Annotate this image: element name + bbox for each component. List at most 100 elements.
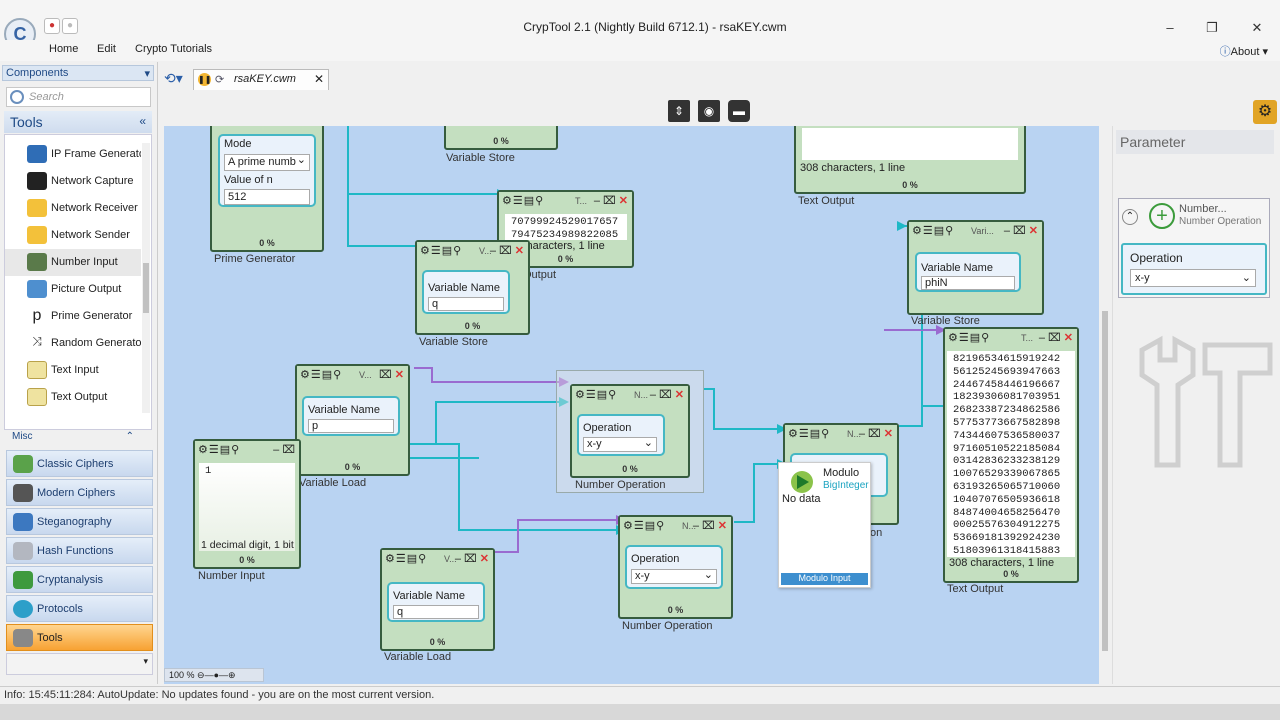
plugin-window-controls[interactable]: – ⌧ xyxy=(273,443,295,456)
plugin-toolbar-icons[interactable]: ⚙☰▤⚲ xyxy=(912,224,954,237)
output-line: 79475234989822085 xyxy=(511,228,619,240)
plugin-toolbar-icons[interactable]: ⚙☰▤⚲ xyxy=(502,194,544,207)
search-input[interactable]: Search xyxy=(6,87,151,107)
tool-picture-output[interactable]: Picture Output xyxy=(5,276,141,303)
output-line: 00025576304912275 xyxy=(953,519,1061,532)
plugin-toolbar-icons[interactable]: ⚙☰▤⚲ xyxy=(623,519,665,532)
menu-edit[interactable]: Edit xyxy=(97,43,116,55)
plugin-toolbar-icons[interactable]: ⚙☰▤⚲ xyxy=(198,443,240,456)
tool-ip-frame-generator[interactable]: IP Frame Generator xyxy=(5,141,141,168)
plugin-window-controls[interactable]: – ⌧ ✕ xyxy=(859,427,893,440)
number-operation-2-plugin[interactable]: ⚙☰▤⚲N...– ⌧ ✕ Operation x-y 0 % xyxy=(618,515,733,619)
variable-name-input[interactable]: q xyxy=(428,297,504,311)
misc-section[interactable]: Misc ⌃ xyxy=(4,431,152,443)
tools-list: IP Frame Generator Network Capture Netwo… xyxy=(4,134,152,430)
text-input-icon xyxy=(27,361,47,379)
settings-gear-icon[interactable]: ⚙ xyxy=(1253,100,1277,124)
tool-random-generator[interactable]: ⤨ Random Generator xyxy=(5,330,141,357)
category-tools[interactable]: Tools xyxy=(6,624,153,651)
plugin-window-controls[interactable]: – ⌧ ✕ xyxy=(650,388,684,401)
plugin-toolbar-icons[interactable]: ⚙☰▤⚲ xyxy=(420,244,462,257)
output-text-area[interactable] xyxy=(802,128,1018,160)
plugin-toolbar-icons[interactable]: ⚙☰▤⚲ xyxy=(300,368,342,381)
plugin-window-controls[interactable]: – ⌧ ✕ xyxy=(1004,224,1038,237)
plugin-window-controls[interactable]: – ⌧ ✕ xyxy=(490,244,524,257)
tool-network-capture[interactable]: Network Capture xyxy=(5,168,141,195)
tab-rsakey[interactable]: ❚❚ ⟳ rsaKEY.cwm ✕ xyxy=(193,69,329,90)
parameter-operation-select[interactable]: x-y ⌄ xyxy=(1130,269,1256,287)
plugin-window-controls[interactable]: – ⌧ ✕ xyxy=(1039,331,1073,344)
variable-load-q-plugin[interactable]: ⚙☰▤⚲ V... – ⌧ ✕ Variable Name q 0 % xyxy=(380,548,495,651)
zoom-control[interactable]: 100 % ⊖—●—⊕ xyxy=(164,668,264,682)
output-line: 51803961318415883 xyxy=(953,544,1061,557)
zoom-out-icon[interactable]: ⊖ xyxy=(197,670,205,680)
category-hash-functions[interactable]: Hash Functions xyxy=(6,537,153,564)
category-protocols[interactable]: Protocols xyxy=(6,595,153,622)
plugin-window-controls[interactable]: ⌧ ✕ xyxy=(379,368,404,381)
plugin-toolbar-icons[interactable]: ⚙☰▤⚲ xyxy=(788,427,830,440)
restore-icon[interactable]: ❐ xyxy=(1197,20,1227,36)
menu-home[interactable]: Home xyxy=(49,43,78,55)
zoom-in-icon[interactable]: ⊕ xyxy=(228,670,236,680)
plugin-toolbar-icons[interactable]: ⚙☰▤⚲ xyxy=(385,552,427,565)
pause-icon[interactable]: ❚❚ xyxy=(198,73,211,86)
fit-to-screen-icon[interactable]: ⇕ xyxy=(668,100,690,122)
number-input-plugin[interactable]: ⚙☰▤⚲ – ⌧ 1 1 decimal digit, 1 bit 0 % xyxy=(193,439,301,569)
output-text-area[interactable]: 70799924529017657 79475234989822085 xyxy=(505,214,627,240)
comment-icon[interactable]: ▬ xyxy=(728,100,750,122)
expand-icon[interactable]: ⌃ xyxy=(126,431,152,442)
variable-store-q-plugin[interactable]: ⚙☰▤⚲ V... – ⌧ ✕ Variable Name q 0 % xyxy=(415,240,530,335)
tool-number-input[interactable]: Number Input xyxy=(5,249,141,276)
mode-select[interactable]: A prime numb xyxy=(224,153,310,171)
tool-prime-generator[interactable]: p Prime Generator xyxy=(5,303,141,330)
minimize-icon[interactable]: – xyxy=(1155,20,1185,35)
variable-store-top-plugin[interactable]: 0 % xyxy=(444,126,558,150)
plugin-toolbar-icons[interactable]: ⚙☰▤⚲ xyxy=(575,388,617,401)
plugin-title: N... xyxy=(634,390,649,400)
tool-text-output[interactable]: Text Output xyxy=(5,384,141,411)
category-modern-ciphers[interactable]: Modern Ciphers xyxy=(6,479,153,506)
close-tab-icon[interactable]: ✕ xyxy=(314,72,324,86)
close-icon[interactable]: ✕ xyxy=(1242,20,1272,36)
variable-name-input[interactable]: phiN xyxy=(921,276,1015,290)
plugin-toolbar-icons[interactable]: ⚙☰▤⚲ xyxy=(948,331,990,344)
collapse-icon[interactable]: « xyxy=(139,114,146,128)
category-cryptanalysis[interactable]: Cryptanalysis xyxy=(6,566,153,593)
variable-store-phin-plugin[interactable]: ⚙☰▤⚲ Vari... – ⌧ ✕ Variable Name phiN xyxy=(907,220,1044,315)
tools-scrollbar[interactable] xyxy=(142,143,150,413)
tool-text-input[interactable]: Text Input xyxy=(5,357,141,384)
operation-select[interactable]: x-y xyxy=(631,568,717,584)
new-tab-icon[interactable]: ⟲▾ xyxy=(164,70,183,87)
scroll-thumb[interactable] xyxy=(1102,311,1108,651)
category-steganography[interactable]: Steganography xyxy=(6,508,153,535)
variable-name-input[interactable]: p xyxy=(308,419,394,433)
number-operation-1-plugin[interactable]: ⚙☰▤⚲ N...– ⌧ ✕ Operation x-y 0 % xyxy=(570,384,690,478)
tool-network-receiver[interactable]: Network Receiver xyxy=(5,195,141,222)
number-input-area[interactable]: 1 xyxy=(199,463,295,551)
plugin-window-controls[interactable]: – ⌧ ✕ xyxy=(455,552,489,565)
plugin-window-controls[interactable]: – ⌧ ✕ xyxy=(594,194,628,207)
canvas-scrollbar[interactable] xyxy=(1099,126,1111,670)
category-overflow[interactable]: ▾ xyxy=(6,653,153,675)
value-of-n-input[interactable]: 512 xyxy=(224,189,310,205)
progress-label: 0 % xyxy=(622,464,638,474)
components-header[interactable]: Components ▾ xyxy=(2,65,154,81)
tools-section-header[interactable]: Tools « xyxy=(4,111,152,133)
variable-load-p-plugin[interactable]: ⚙☰▤⚲ V... ⌧ ✕ Variable Name p 0 % xyxy=(295,364,410,476)
camera-icon[interactable]: ◉ xyxy=(698,100,720,122)
prime-generator-plugin[interactable]: Mode A prime numb Value of n 512 0 % xyxy=(210,126,324,252)
text-output-big-plugin[interactable]: ⚙☰▤⚲ T... – ⌧ ✕ 82196534615919242 56125245… xyxy=(943,327,1079,583)
parameter-number-operation: ⌃ + Number... Number Operation Operation… xyxy=(1118,198,1270,298)
text-output-top-plugin[interactable]: 308 characters, 1 line 0 % xyxy=(794,126,1026,194)
plugin-window-controls[interactable]: – ⌧ ✕ xyxy=(693,519,727,532)
menu-crypto-tutorials[interactable]: Crypto Tutorials xyxy=(135,43,212,55)
output-text-area[interactable]: 82196534615919242 56125245693947663 2446… xyxy=(947,351,1075,557)
tool-network-sender[interactable]: Network Sender xyxy=(5,222,141,249)
category-label: Modern Ciphers xyxy=(37,487,116,499)
category-classic-ciphers[interactable]: Classic Ciphers xyxy=(6,450,153,477)
about-menu[interactable]: ⓘAbout ▾ xyxy=(1220,43,1268,59)
variable-name-input[interactable]: q xyxy=(393,605,479,619)
workspace-canvas[interactable]: Mode A prime numb Value of n 512 0 % Pri… xyxy=(164,126,1099,684)
collapse-up-icon[interactable]: ⌃ xyxy=(1122,209,1138,225)
operation-select[interactable]: x-y xyxy=(583,436,657,452)
